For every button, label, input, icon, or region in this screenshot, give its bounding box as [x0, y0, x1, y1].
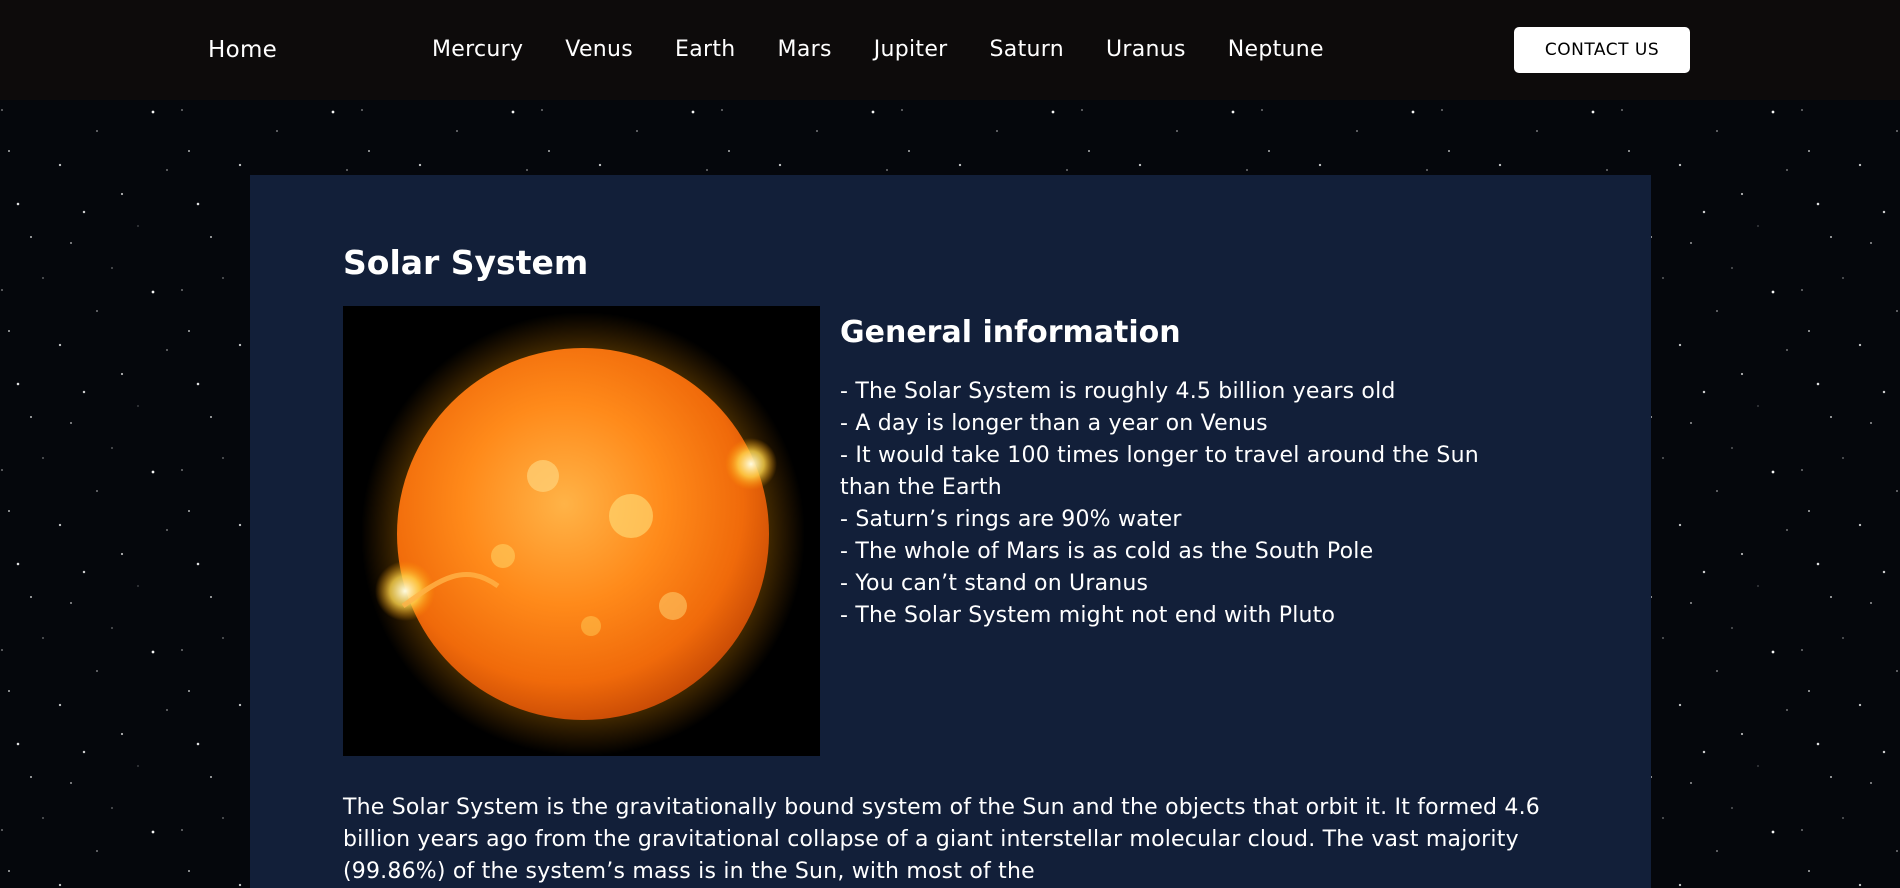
planet-nav-list: Mercury Venus Earth Mars Jupiter Saturn …	[432, 36, 1324, 64]
nav-home-link[interactable]: Home	[208, 36, 277, 64]
fact-item: - The Solar System might not end with Pl…	[840, 603, 1336, 628]
fact-item: - The whole of Mars is as cold as the So…	[840, 539, 1374, 564]
general-information-heading: General information	[840, 315, 1181, 350]
facts-list: - The Solar System is roughly 4.5 billio…	[840, 376, 1520, 632]
nav-link-mercury[interactable]: Mercury	[432, 36, 523, 64]
nav-link-uranus[interactable]: Uranus	[1106, 36, 1186, 64]
page-title: Solar System	[343, 243, 589, 282]
sun-illustration	[343, 306, 820, 756]
fact-item: - It would take 100 times longer to trav…	[840, 443, 1479, 500]
nav-link-neptune[interactable]: Neptune	[1228, 36, 1324, 64]
nav-link-jupiter[interactable]: Jupiter	[874, 36, 948, 64]
contact-us-button[interactable]: CONTACT US	[1514, 27, 1690, 73]
general-information-section: General information - The Solar System i…	[840, 306, 1630, 632]
fact-item: - A day is longer than a year on Venus	[840, 411, 1268, 436]
fact-item: - The Solar System is roughly 4.5 billio…	[840, 379, 1396, 404]
content-panel: Solar System General information - The S…	[250, 175, 1651, 888]
fact-item: - You can’t stand on Uranus	[840, 571, 1149, 596]
nav-link-mars[interactable]: Mars	[778, 36, 832, 64]
sun-image	[343, 306, 820, 756]
intro-paragraph: The Solar System is the gravitationally …	[343, 795, 1540, 884]
fact-item: - Saturn’s rings are 90% water	[840, 507, 1182, 532]
nav-link-venus[interactable]: Venus	[565, 36, 633, 64]
top-navigation: Home Mercury Venus Earth Mars Jupiter Sa…	[0, 0, 1900, 100]
nav-link-saturn[interactable]: Saturn	[990, 36, 1064, 64]
nav-link-earth[interactable]: Earth	[675, 36, 736, 64]
